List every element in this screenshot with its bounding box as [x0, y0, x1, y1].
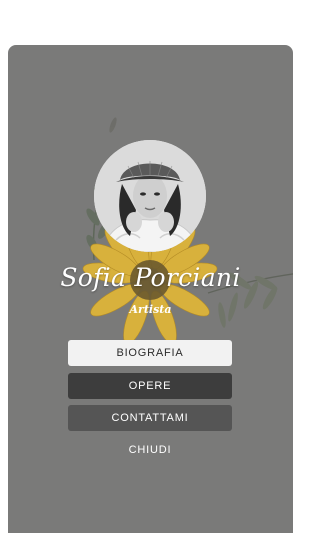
app-screen: Sofia Porciani Artista BIOGRAFIA OPERE C…: [0, 0, 300, 533]
profile-card: Sofia Porciani Artista BIOGRAFIA OPERE C…: [8, 45, 293, 533]
contact-button[interactable]: CONTATTAMI: [68, 405, 232, 431]
biography-button[interactable]: BIOGRAFIA: [68, 340, 232, 366]
avatar: [94, 140, 206, 252]
close-button[interactable]: CHIUDI: [68, 437, 232, 463]
works-button[interactable]: OPERE: [68, 373, 232, 399]
portrait-photo-icon: [94, 140, 206, 252]
profile-role: Artista: [129, 303, 172, 316]
profile-name: Sofia Porciani: [60, 263, 241, 292]
